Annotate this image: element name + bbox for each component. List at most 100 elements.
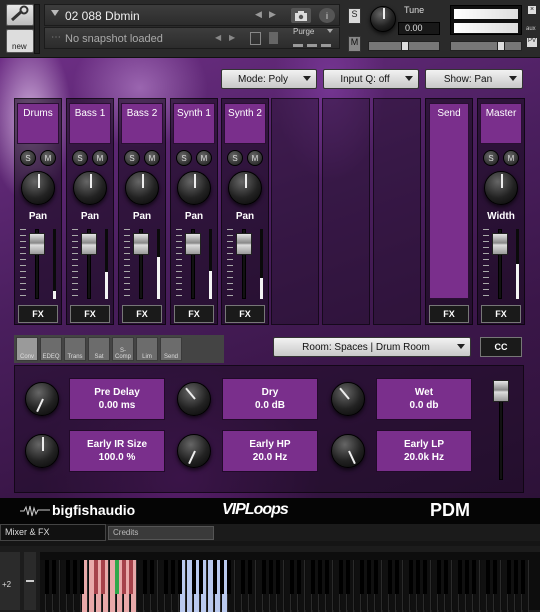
black-key[interactable] — [367, 560, 371, 594]
black-key[interactable] — [262, 560, 266, 594]
delete-icon[interactable] — [269, 32, 278, 44]
send-fx-button[interactable]: FX — [429, 305, 469, 323]
chevron-down-icon[interactable] — [51, 10, 59, 16]
tune-knob[interactable] — [370, 6, 396, 32]
black-key[interactable] — [458, 560, 462, 594]
black-key[interactable] — [115, 560, 119, 594]
master-solo-button[interactable]: S — [483, 150, 499, 166]
black-key[interactable] — [521, 560, 525, 594]
wet-knob[interactable] — [331, 382, 365, 416]
black-key[interactable] — [311, 560, 315, 594]
pre-delay-param[interactable]: Pre Delay 0.00 ms — [69, 378, 165, 420]
black-key[interactable] — [395, 560, 399, 594]
wrench-icon[interactable] — [6, 4, 34, 26]
black-key[interactable] — [437, 560, 441, 594]
channel-fader[interactable] — [133, 233, 149, 255]
black-key[interactable] — [290, 560, 294, 594]
prev-instrument-icon[interactable]: ◀ — [255, 9, 262, 20]
black-key[interactable] — [388, 560, 392, 594]
channel-solo-button[interactable]: S — [20, 150, 36, 166]
pan-knob[interactable] — [125, 171, 159, 205]
purge-dropdown-icon[interactable] — [327, 29, 333, 33]
tab-effect[interactable]: Trans — [64, 337, 86, 361]
channel-mute-button[interactable]: M — [144, 150, 160, 166]
black-key[interactable] — [143, 560, 147, 594]
black-key[interactable] — [220, 560, 224, 594]
pre-delay-knob[interactable] — [25, 382, 59, 416]
black-key[interactable] — [339, 560, 343, 594]
mute-button[interactable]: M — [348, 36, 361, 52]
room-preset-dropdown[interactable]: Room: Spaces | Drum Room — [273, 337, 471, 357]
pan-slider[interactable] — [368, 41, 440, 51]
tab-effect[interactable]: Sat — [88, 337, 110, 361]
send-name-box[interactable]: Send — [429, 103, 469, 299]
early-hp-param[interactable]: Early HP 20.0 Hz — [222, 430, 318, 472]
channel-name-box[interactable]: Bass 1 — [69, 103, 111, 144]
black-key[interactable] — [213, 560, 217, 594]
black-key[interactable] — [493, 560, 497, 594]
black-key[interactable] — [514, 560, 518, 594]
black-key[interactable] — [360, 560, 364, 594]
black-key[interactable] — [150, 560, 154, 594]
master-width-knob[interactable] — [484, 171, 518, 205]
next-instrument-icon[interactable]: ▶ — [269, 9, 276, 20]
black-key[interactable] — [472, 560, 476, 594]
black-key[interactable] — [122, 560, 126, 594]
black-key[interactable] — [325, 560, 329, 594]
black-key[interactable] — [101, 560, 105, 594]
tab-effect[interactable]: Conv — [16, 337, 38, 361]
black-key[interactable] — [164, 560, 168, 594]
channel-fx-button[interactable]: FX — [122, 305, 162, 323]
black-key[interactable] — [227, 560, 231, 594]
channel-fx-button[interactable]: FX — [174, 305, 214, 323]
input-q-dropdown[interactable]: Input Q: off — [323, 69, 419, 89]
channel-solo-button[interactable]: S — [72, 150, 88, 166]
early-lp-param[interactable]: Early LP 20.0k Hz — [376, 430, 472, 472]
channel-fx-button[interactable]: FX — [70, 305, 110, 323]
black-key[interactable] — [80, 560, 84, 594]
channel-name-box[interactable]: Synth 1 — [173, 103, 215, 144]
pan-knob[interactable] — [21, 171, 55, 205]
channel-solo-button[interactable]: S — [176, 150, 192, 166]
black-key[interactable] — [94, 560, 98, 594]
show-dropdown[interactable]: Show: Pan — [425, 69, 523, 89]
black-key[interactable] — [507, 560, 511, 594]
volume-slider-handle[interactable] — [497, 41, 505, 51]
tune-value[interactable]: 0.00 — [398, 22, 440, 35]
channel-fx-button[interactable]: FX — [18, 305, 58, 323]
black-key[interactable] — [248, 560, 252, 594]
instrument-name-box[interactable]: 02 088 Dbmin ◀ ▶ i — [44, 4, 340, 26]
aux-label[interactable]: aux — [526, 26, 536, 32]
early-ir-size-param[interactable]: Early IR Size 100.0 % — [69, 430, 165, 472]
camera-icon[interactable] — [291, 8, 311, 23]
tab-effect[interactable]: EDEQ — [40, 337, 62, 361]
pan-slider-handle[interactable] — [401, 41, 409, 51]
snapshot-box[interactable]: ⋯ No snapshot loaded ◀ ▶ Purge — [44, 27, 340, 49]
solo-button[interactable]: S — [348, 8, 361, 24]
black-key[interactable] — [486, 560, 490, 594]
dry-knob[interactable] — [177, 382, 211, 416]
black-key[interactable] — [276, 560, 280, 594]
master-mute-button[interactable]: M — [503, 150, 519, 166]
channel-fader[interactable] — [185, 233, 201, 255]
black-key[interactable] — [73, 560, 77, 594]
black-key[interactable] — [409, 560, 413, 594]
new-snapshot-button[interactable]: new — [6, 29, 34, 53]
black-key[interactable] — [465, 560, 469, 594]
info-icon[interactable]: i — [319, 8, 335, 23]
dry-param[interactable]: Dry 0.0 dB — [222, 378, 318, 420]
purge-button[interactable]: Purge — [293, 27, 314, 36]
wet-param[interactable]: Wet 0.0 db — [376, 378, 472, 420]
black-key[interactable] — [178, 560, 182, 594]
channel-fader[interactable] — [29, 233, 45, 255]
save-icon[interactable] — [250, 32, 261, 45]
channel-name-box[interactable]: Drums — [17, 103, 59, 144]
tab-effect[interactable]: Lim — [136, 337, 158, 361]
black-key[interactable] — [444, 560, 448, 594]
drag-handle[interactable] — [34, 4, 40, 54]
black-key[interactable] — [269, 560, 273, 594]
channel-fader[interactable] — [81, 233, 97, 255]
master-fx-button[interactable]: FX — [481, 305, 521, 323]
snapshot-menu-icon[interactable]: ⋯ — [51, 32, 61, 43]
channel-solo-button[interactable]: S — [227, 150, 243, 166]
